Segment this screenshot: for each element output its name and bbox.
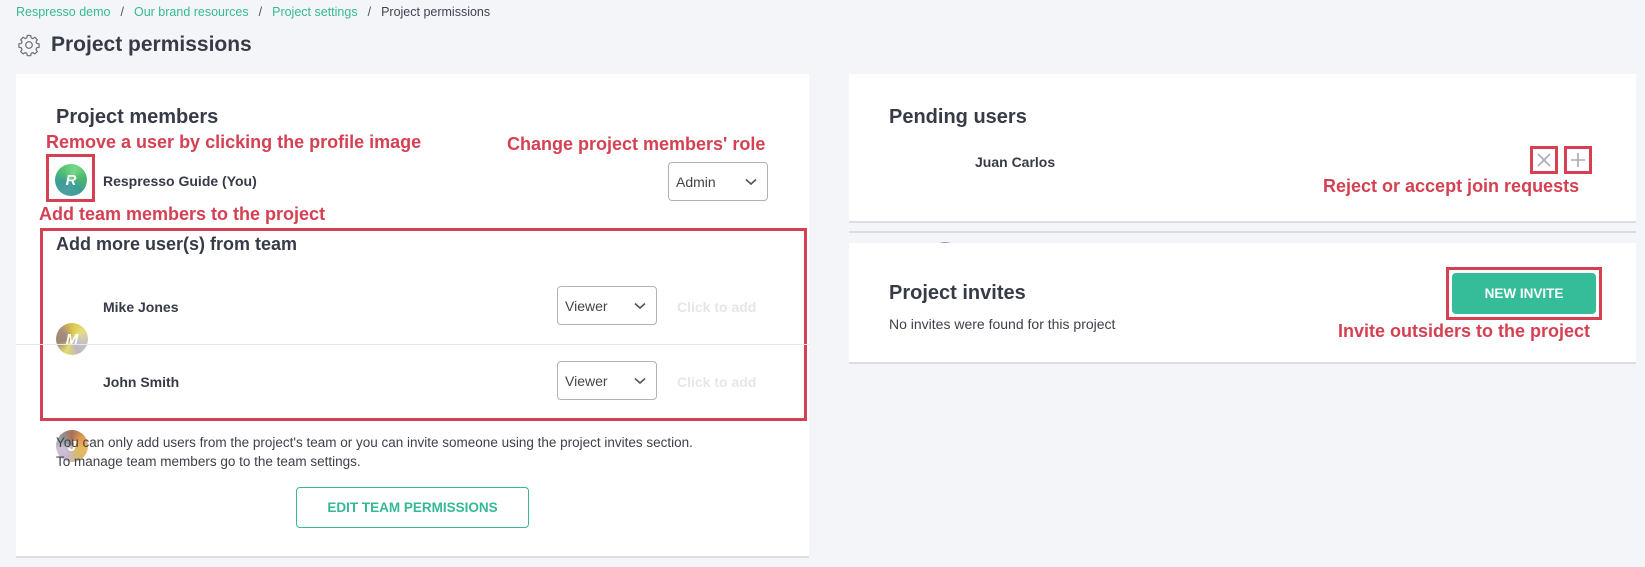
breadcrumb-separator: / <box>367 5 372 19</box>
breadcrumb-separator: / <box>258 5 263 19</box>
no-invites-text: No invites were found for this project <box>889 316 1116 332</box>
row-divider <box>16 344 809 345</box>
add-from-team-title: Add more user(s) from team <box>56 234 298 254</box>
pending-user-name: Juan Carlos <box>975 154 1056 170</box>
avatar-initial: R <box>65 171 77 189</box>
annotation-box-add-team <box>40 228 807 421</box>
team-user-name: John Smith <box>103 374 180 390</box>
breadcrumb-link-project-settings[interactable]: Project settings <box>272 5 357 19</box>
annotation-remove-user: Remove a user by clicking the profile im… <box>46 132 422 152</box>
annotation-add-team: Add team members to the project <box>39 204 326 224</box>
page-title: Project permissions <box>51 33 252 56</box>
plus-icon <box>1571 153 1585 167</box>
member-role-value: Admin <box>676 173 716 190</box>
chevron-down-icon <box>634 377 646 384</box>
team-user-role-value: Viewer <box>565 297 608 314</box>
accept-request-button[interactable] <box>1564 146 1592 174</box>
reject-request-button[interactable] <box>1530 146 1558 174</box>
breadcrumb-separator: / <box>120 5 124 19</box>
click-to-add-button[interactable]: Click to add <box>677 374 756 390</box>
team-user-role-select[interactable]: Viewer <box>557 286 657 325</box>
help-text-line2: To manage team members go to the team se… <box>56 454 361 469</box>
member-name: Respresso Guide (You) <box>103 173 257 189</box>
gear-icon <box>18 34 40 57</box>
breadcrumb-current: Project permissions <box>381 5 491 19</box>
team-user-avatar: M <box>56 323 88 355</box>
team-user-role-select[interactable]: Viewer <box>557 361 657 400</box>
page-header: Project permissions <box>17 33 252 57</box>
project-invites-title: Project invites <box>889 282 1026 304</box>
click-to-add-button[interactable]: Click to add <box>677 299 756 315</box>
member-avatar[interactable]: R <box>55 164 87 196</box>
new-invite-button[interactable]: NEW INVITE <box>1452 273 1596 314</box>
close-icon <box>1537 153 1551 167</box>
pending-users-title: Pending users <box>889 106 1027 128</box>
team-user-name: Mike Jones <box>103 299 179 315</box>
team-user-role-value: Viewer <box>565 372 608 389</box>
edit-team-permissions-button[interactable]: EDIT TEAM PERMISSIONS <box>296 487 529 528</box>
breadcrumb-link-brand-resources[interactable]: Our brand resources <box>134 5 249 19</box>
pending-users-card <box>849 74 1636 223</box>
annotation-change-role: Change project members' role <box>507 134 766 154</box>
section-divider <box>849 231 1636 233</box>
member-role-select[interactable]: Admin <box>668 162 768 201</box>
project-members-title: Project members <box>56 106 219 128</box>
breadcrumb: Respresso demo / Our brand resources / P… <box>16 5 490 19</box>
annotation-reject-accept: Reject or accept join requests <box>1323 176 1580 196</box>
annotation-invite-outsiders: Invite outsiders to the project <box>1338 321 1591 341</box>
help-text-line1: You can only add users from the project'… <box>56 435 693 450</box>
chevron-down-icon <box>745 178 757 185</box>
avatar-initial: M <box>65 330 79 348</box>
breadcrumb-link-respresso-demo[interactable]: Respresso demo <box>16 5 111 19</box>
chevron-down-icon <box>634 302 646 309</box>
